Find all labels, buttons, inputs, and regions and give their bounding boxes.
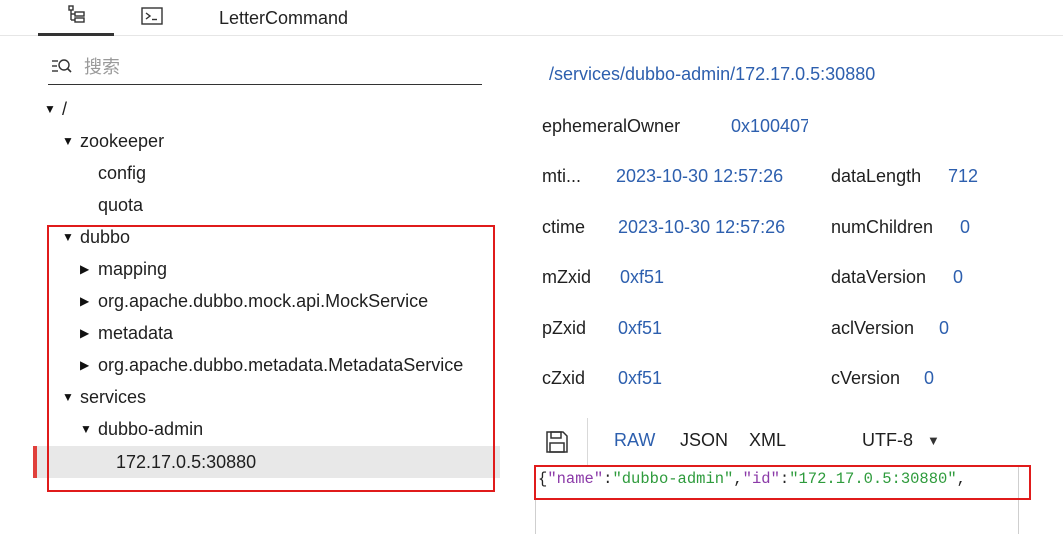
stat-value-mtime: 2023-10-30 12:57:26 — [616, 166, 784, 186]
tab-letter-command-label: LetterCommand — [219, 7, 349, 28]
stat-value-ctime: 2023-10-30 12:57:26 — [618, 217, 786, 237]
stat-label-num-children: numChildren — [831, 217, 934, 237]
caret-down-icon: ▼ — [927, 433, 940, 448]
tree-node-label: config — [98, 162, 147, 183]
encoding-select[interactable]: UTF-8 ▼ — [862, 430, 940, 451]
tab-letter-command[interactable]: LetterCommand — [200, 0, 380, 36]
tree-node-metadata-service[interactable]: ▶ org.apache.dubbo.metadata.MetadataServ… — [80, 349, 463, 381]
toolbar-divider — [587, 418, 588, 466]
format-xml-button[interactable]: XML — [749, 430, 786, 451]
format-json-button[interactable]: JSON — [680, 430, 728, 451]
caret-right-icon: ▶ — [80, 326, 90, 340]
save-icon[interactable] — [545, 430, 569, 459]
tree-node-label: dubbo — [80, 226, 131, 247]
stat-label-pzxid: pZxid — [542, 318, 587, 338]
top-tab-bar: LetterCommand — [0, 0, 1063, 36]
tree-node-label: dubbo-admin — [98, 418, 204, 439]
terminal-icon — [141, 6, 163, 30]
code-brace: { — [538, 470, 548, 488]
caret-down-icon: ▼ — [62, 390, 74, 404]
stat-label-mzxid: mZxid — [542, 267, 591, 287]
node-path: /services/dubbo-admin/172.17.0.5:30880 — [549, 64, 876, 84]
format-raw-button[interactable]: RAW — [614, 430, 655, 451]
tree-node-label: mapping — [98, 258, 168, 279]
search-input[interactable] — [84, 52, 474, 82]
tree-selected-background — [33, 446, 500, 478]
tree-node-label: metadata — [98, 322, 174, 343]
tree-node-dubbo-admin[interactable]: ▼ dubbo-admin — [80, 413, 203, 445]
stat-label-cversion: cVersion — [831, 368, 901, 388]
caret-down-icon: ▼ — [44, 102, 56, 116]
stat-value-ephemeral-owner: 0x100407 — [731, 116, 808, 136]
tree-node-zookeeper[interactable]: ▼ zookeeper — [62, 125, 164, 157]
tree-node-label: / — [62, 98, 68, 119]
caret-down-icon: ▼ — [62, 134, 74, 148]
code-key: "name" — [547, 470, 604, 488]
tree-selected-indicator — [33, 446, 37, 478]
stat-label-czxid: cZxid — [542, 368, 586, 388]
stat-label-acl-version: aclVersion — [831, 318, 915, 338]
tree-node-selected[interactable]: 172.17.0.5:30880 — [116, 446, 256, 478]
stat-value-mzxid: 0xf51 — [620, 267, 665, 287]
stat-value-acl-version: 0 — [939, 318, 950, 338]
caret-right-icon: ▶ — [80, 294, 90, 308]
stat-value-pzxid: 0xf51 — [618, 318, 663, 338]
tree-node-label: services — [80, 386, 147, 407]
encoding-value: UTF-8 — [862, 430, 913, 450]
code-comma: , — [733, 470, 743, 488]
tab-terminal[interactable] — [114, 0, 190, 36]
caret-down-icon: ▼ — [80, 422, 92, 436]
tree-node-metadata[interactable]: ▶ metadata — [80, 317, 173, 349]
tree-node-services[interactable]: ▼ services — [62, 381, 146, 413]
tree-node-label: org.apache.dubbo.metadata.MetadataServic… — [98, 354, 464, 375]
tree-node-label: 172.17.0.5:30880 — [116, 451, 257, 472]
stat-label-data-version: dataVersion — [831, 267, 927, 287]
tree-node-label: quota — [98, 194, 144, 215]
code-string: "dubbo-admin" — [612, 470, 734, 488]
stat-label-data-length: dataLength — [831, 166, 922, 186]
stat-label-ctime: ctime — [542, 217, 586, 237]
tree-node-dubbo[interactable]: ▼ dubbo — [62, 221, 130, 253]
code-key: "id" — [742, 470, 780, 488]
code-colon: : — [779, 470, 790, 488]
stat-value-czxid: 0xf51 — [618, 368, 663, 388]
stat-label-mtime: mti... — [542, 166, 581, 186]
stat-value-cversion: 0 — [924, 368, 935, 388]
tree-node-config[interactable]: config — [98, 157, 146, 189]
tree-icon — [66, 4, 86, 29]
tree-node-label: zookeeper — [80, 130, 165, 151]
stat-value-data-length: 712 — [948, 166, 979, 186]
code-comma: , — [956, 470, 966, 488]
caret-right-icon: ▶ — [80, 262, 90, 276]
search-icon — [51, 57, 73, 82]
tree-node-root[interactable]: ▼ / — [44, 93, 67, 125]
stat-label-ephemeral-owner: ephemeralOwner — [542, 116, 681, 136]
tree-node-quota[interactable]: quota — [98, 189, 143, 221]
caret-right-icon: ▶ — [80, 358, 90, 372]
stat-value-num-children: 0 — [960, 217, 971, 237]
tab-tree[interactable] — [38, 0, 114, 36]
tree-search — [48, 52, 482, 85]
stat-value-data-version: 0 — [953, 267, 964, 287]
caret-down-icon: ▼ — [62, 230, 74, 244]
code-string: "172.17.0.5:30880" — [789, 470, 957, 488]
tree-node-mock-service[interactable]: ▶ org.apache.dubbo.mock.api.MockService — [80, 285, 428, 317]
tree-node-label: org.apache.dubbo.mock.api.MockService — [98, 290, 429, 311]
tree-node-mapping[interactable]: ▶ mapping — [80, 253, 167, 285]
data-content[interactable]: {"name":"dubbo-admin","id":"172.17.0.5:3… — [538, 470, 966, 488]
